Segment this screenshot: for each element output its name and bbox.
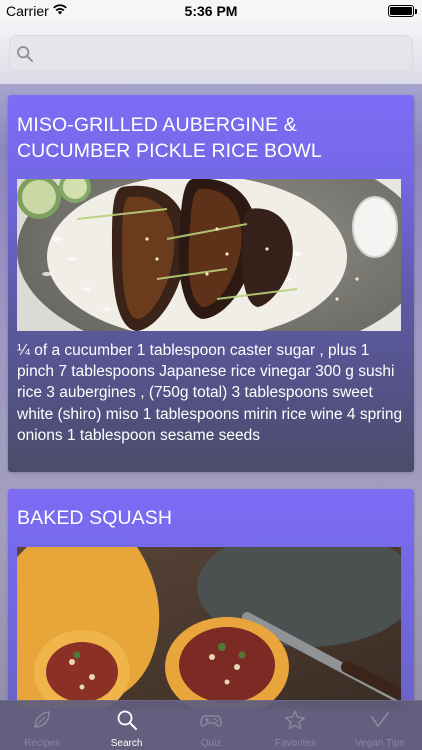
recipe-card[interactable]: MISO-GRILLED AUBERGINE & CUCUMBER PICKLE… <box>8 95 414 472</box>
search-input[interactable] <box>9 35 413 71</box>
status-time: 5:36 PM <box>184 3 238 19</box>
battery-icon <box>388 5 417 17</box>
recipe-title: MISO-GRILLED AUBERGINE & CUCUMBER PICKLE… <box>17 114 322 162</box>
tab-label: Vegan Tips <box>355 738 405 749</box>
recipe-card[interactable]: BAKED SQUASH <box>8 489 414 709</box>
tab-vegan-tips[interactable]: Vegan Tips <box>338 701 422 750</box>
recipe-photo <box>17 179 401 331</box>
tab-label: Recipes <box>24 738 61 749</box>
status-bar: Carrier 5:36 PM <box>0 0 422 22</box>
check-icon <box>370 712 389 727</box>
tab-search[interactable]: Search <box>84 701 168 750</box>
tab-bar: Recipes Search Quiz Favorites Vegan Tips <box>0 700 422 750</box>
gamepad-icon <box>200 715 222 727</box>
tab-favorites[interactable]: Favorites <box>253 701 337 750</box>
search-header <box>0 22 422 84</box>
tab-label: Search <box>110 738 143 749</box>
tab-label: Favorites <box>274 738 316 749</box>
tab-quiz[interactable]: Quiz <box>169 701 253 750</box>
leaf-icon <box>34 711 50 728</box>
tab-label: Quiz <box>200 738 222 749</box>
search-icon <box>117 710 137 730</box>
search-icon <box>17 46 33 62</box>
star-icon <box>285 710 306 730</box>
tab-recipes[interactable]: Recipes <box>0 701 84 750</box>
recipe-photo <box>17 547 401 709</box>
recipe-ingredients: ¼ of a cucumber 1 tablespoon caster suga… <box>17 342 403 444</box>
recipe-title: BAKED SQUASH <box>17 507 173 529</box>
